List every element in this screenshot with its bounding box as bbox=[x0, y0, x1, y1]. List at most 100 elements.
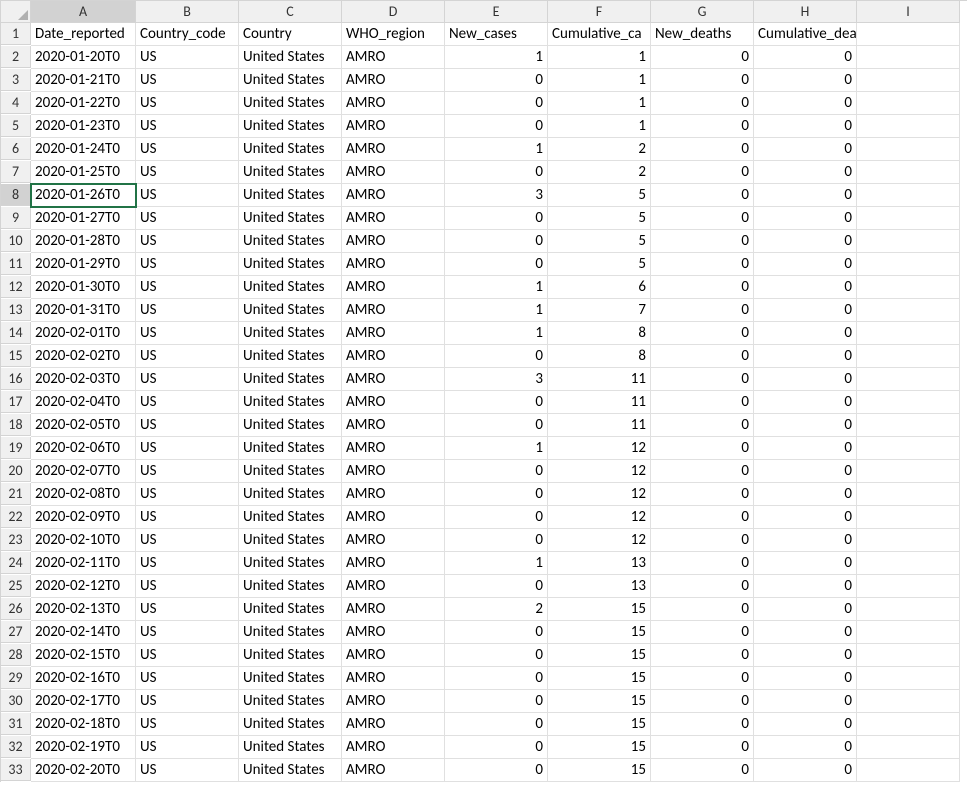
cell-12-H[interactable]: 0 bbox=[754, 276, 857, 299]
cell-26-E[interactable]: 2 bbox=[445, 598, 548, 621]
cell-17-G[interactable]: 0 bbox=[651, 391, 754, 414]
cell-1-A[interactable]: Date_reported bbox=[31, 23, 136, 46]
cell-19-F[interactable]: 12 bbox=[548, 437, 651, 460]
cell-26-H[interactable]: 0 bbox=[754, 598, 857, 621]
row-header-32[interactable]: 32 bbox=[1, 736, 31, 758]
cell-10-G[interactable]: 0 bbox=[651, 230, 754, 253]
cell-10-C[interactable]: United States bbox=[239, 230, 342, 253]
cell-18-D[interactable]: AMRO bbox=[342, 414, 445, 437]
cell-13-B[interactable]: US bbox=[136, 299, 239, 322]
cell-30-E[interactable]: 0 bbox=[445, 690, 548, 713]
row-header-12[interactable]: 12 bbox=[1, 276, 31, 298]
cell-4-G[interactable]: 0 bbox=[651, 92, 754, 115]
cell-9-G[interactable]: 0 bbox=[651, 207, 754, 230]
cell-18-B[interactable]: US bbox=[136, 414, 239, 437]
cell-27-D[interactable]: AMRO bbox=[342, 621, 445, 644]
col-header-E[interactable]: E bbox=[445, 1, 548, 23]
cell-15-A[interactable]: 2020-02-02T0 bbox=[31, 345, 136, 368]
cell-19-H[interactable]: 0 bbox=[754, 437, 857, 460]
cell-5-H[interactable]: 0 bbox=[754, 115, 857, 138]
cell-4-C[interactable]: United States bbox=[239, 92, 342, 115]
cell-33-B[interactable]: US bbox=[136, 759, 239, 782]
cell-15-H[interactable]: 0 bbox=[754, 345, 857, 368]
cell-15-B[interactable]: US bbox=[136, 345, 239, 368]
cell-8-E[interactable]: 3 bbox=[445, 184, 548, 207]
cell-33-I[interactable] bbox=[857, 759, 960, 782]
row-header-18[interactable]: 18 bbox=[1, 414, 31, 436]
cell-14-G[interactable]: 0 bbox=[651, 322, 754, 345]
cell-22-I[interactable] bbox=[857, 506, 960, 529]
cell-12-D[interactable]: AMRO bbox=[342, 276, 445, 299]
cell-28-A[interactable]: 2020-02-15T0 bbox=[31, 644, 136, 667]
cell-2-E[interactable]: 1 bbox=[445, 46, 548, 69]
cell-22-H[interactable]: 0 bbox=[754, 506, 857, 529]
row-header-30[interactable]: 30 bbox=[1, 690, 31, 712]
cell-3-H[interactable]: 0 bbox=[754, 69, 857, 92]
cell-32-G[interactable]: 0 bbox=[651, 736, 754, 759]
cell-6-E[interactable]: 1 bbox=[445, 138, 548, 161]
row-header-11[interactable]: 11 bbox=[1, 253, 31, 275]
cell-4-D[interactable]: AMRO bbox=[342, 92, 445, 115]
row-header-9[interactable]: 9 bbox=[1, 207, 31, 229]
cell-1-C[interactable]: Country bbox=[239, 23, 342, 46]
cell-20-C[interactable]: United States bbox=[239, 460, 342, 483]
cell-28-H[interactable]: 0 bbox=[754, 644, 857, 667]
cell-32-B[interactable]: US bbox=[136, 736, 239, 759]
cell-27-F[interactable]: 15 bbox=[548, 621, 651, 644]
cell-8-D[interactable]: AMRO bbox=[342, 184, 445, 207]
col-header-F[interactable]: F bbox=[548, 1, 651, 23]
cell-30-H[interactable]: 0 bbox=[754, 690, 857, 713]
cell-18-I[interactable] bbox=[857, 414, 960, 437]
cell-9-B[interactable]: US bbox=[136, 207, 239, 230]
cell-11-E[interactable]: 0 bbox=[445, 253, 548, 276]
cell-9-C[interactable]: United States bbox=[239, 207, 342, 230]
cell-18-F[interactable]: 11 bbox=[548, 414, 651, 437]
cell-28-D[interactable]: AMRO bbox=[342, 644, 445, 667]
cell-17-H[interactable]: 0 bbox=[754, 391, 857, 414]
cell-14-C[interactable]: United States bbox=[239, 322, 342, 345]
cell-22-B[interactable]: US bbox=[136, 506, 239, 529]
row-header-2[interactable]: 2 bbox=[1, 46, 31, 68]
cell-31-C[interactable]: United States bbox=[239, 713, 342, 736]
cell-3-I[interactable] bbox=[857, 69, 960, 92]
cell-26-B[interactable]: US bbox=[136, 598, 239, 621]
cell-1-E[interactable]: New_cases bbox=[445, 23, 548, 46]
cell-22-C[interactable]: United States bbox=[239, 506, 342, 529]
cell-14-A[interactable]: 2020-02-01T0 bbox=[31, 322, 136, 345]
cell-26-I[interactable] bbox=[857, 598, 960, 621]
spreadsheet-grid[interactable]: ABCDEFGHI1Date_reportedCountry_codeCount… bbox=[0, 0, 967, 782]
cell-29-C[interactable]: United States bbox=[239, 667, 342, 690]
cell-29-E[interactable]: 0 bbox=[445, 667, 548, 690]
cell-24-E[interactable]: 1 bbox=[445, 552, 548, 575]
cell-32-C[interactable]: United States bbox=[239, 736, 342, 759]
cell-11-C[interactable]: United States bbox=[239, 253, 342, 276]
cell-6-G[interactable]: 0 bbox=[651, 138, 754, 161]
cell-9-A[interactable]: 2020-01-27T0 bbox=[31, 207, 136, 230]
cell-12-A[interactable]: 2020-01-30T0 bbox=[31, 276, 136, 299]
cell-31-B[interactable]: US bbox=[136, 713, 239, 736]
row-header-20[interactable]: 20 bbox=[1, 460, 31, 482]
cell-27-E[interactable]: 0 bbox=[445, 621, 548, 644]
cell-1-D[interactable]: WHO_region bbox=[342, 23, 445, 46]
row-header-33[interactable]: 33 bbox=[1, 759, 31, 781]
select-all-corner[interactable] bbox=[1, 1, 31, 23]
cell-21-E[interactable]: 0 bbox=[445, 483, 548, 506]
cell-10-B[interactable]: US bbox=[136, 230, 239, 253]
cell-4-A[interactable]: 2020-01-22T0 bbox=[31, 92, 136, 115]
cell-5-I[interactable] bbox=[857, 115, 960, 138]
cell-2-D[interactable]: AMRO bbox=[342, 46, 445, 69]
cell-11-F[interactable]: 5 bbox=[548, 253, 651, 276]
cell-21-B[interactable]: US bbox=[136, 483, 239, 506]
cell-13-A[interactable]: 2020-01-31T0 bbox=[31, 299, 136, 322]
cell-16-A[interactable]: 2020-02-03T0 bbox=[31, 368, 136, 391]
cell-24-H[interactable]: 0 bbox=[754, 552, 857, 575]
cell-9-I[interactable] bbox=[857, 207, 960, 230]
cell-3-D[interactable]: AMRO bbox=[342, 69, 445, 92]
cell-16-F[interactable]: 11 bbox=[548, 368, 651, 391]
cell-16-C[interactable]: United States bbox=[239, 368, 342, 391]
cell-15-G[interactable]: 0 bbox=[651, 345, 754, 368]
cell-20-A[interactable]: 2020-02-07T0 bbox=[31, 460, 136, 483]
cell-5-G[interactable]: 0 bbox=[651, 115, 754, 138]
cell-33-D[interactable]: AMRO bbox=[342, 759, 445, 782]
row-header-25[interactable]: 25 bbox=[1, 575, 31, 597]
